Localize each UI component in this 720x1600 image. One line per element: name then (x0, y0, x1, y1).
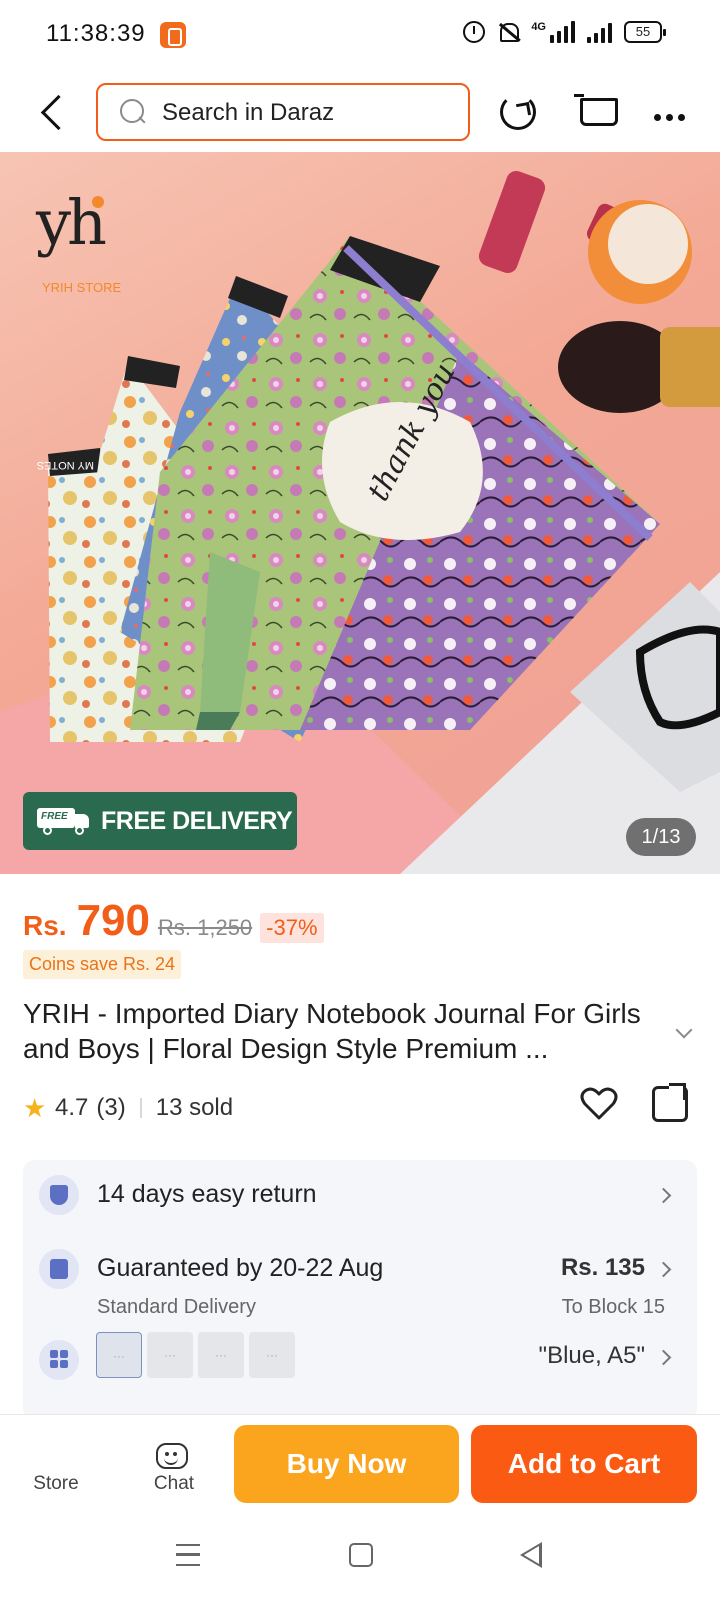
search-icon (120, 99, 146, 125)
add-to-cart-button[interactable]: Add to Cart (471, 1425, 697, 1503)
rating-value: 4.7 (55, 1094, 89, 1121)
star-icon: ★ (23, 1093, 47, 1123)
discount-badge: -37% (260, 913, 324, 943)
status-time: 11:38:39 (46, 20, 146, 47)
chevron-down-icon[interactable] (675, 1021, 693, 1039)
parcel-icon (39, 1249, 79, 1289)
daraz-app-icon (160, 22, 186, 48)
selected-variant: "Blue, A5" (538, 1342, 645, 1369)
battery-icon: 55 (624, 21, 666, 43)
home-icon[interactable] (349, 1543, 373, 1567)
signal-icon-2 (587, 21, 612, 43)
variants-grid-icon (39, 1340, 79, 1380)
chat-button[interactable]: Chat (136, 1473, 212, 1495)
variant-thumbnail[interactable]: ··· (198, 1332, 244, 1378)
truck-wheel (75, 826, 84, 835)
heart-icon[interactable] (579, 1084, 619, 1124)
variant-thumbnail[interactable]: ··· (249, 1332, 295, 1378)
status-icons: 4G 55 (463, 20, 666, 44)
chevron-right-icon (655, 1187, 672, 1204)
image-counter: 1/13 (626, 818, 696, 856)
store-logo: yh YRIH STORE (36, 192, 146, 302)
variant-thumbnail[interactable]: ··· (96, 1332, 142, 1378)
network-type-label: 4G (531, 21, 546, 33)
recent-apps-icon[interactable] (176, 1544, 200, 1566)
shield-check-icon (39, 1175, 79, 1215)
price-row: Rs. 790 Rs. 1,250 -37% (23, 896, 324, 946)
delivery-truck-icon: FREE (37, 806, 93, 836)
truck-free-label: FREE (41, 811, 68, 822)
coins-save-badge: Coins save Rs. 24 (23, 950, 182, 979)
price-original: Rs. 1,250 (158, 915, 253, 940)
bottom-action-bar: Store Chat Buy Now Add to Cart (0, 1414, 720, 1514)
back-arrow-icon[interactable] (38, 96, 66, 124)
notebook-tab-text: MY NOTES (37, 459, 94, 471)
buy-now-button[interactable]: Buy Now (234, 1425, 459, 1503)
divider (139, 1098, 142, 1118)
delivery-type-text: Standard Delivery (97, 1296, 256, 1318)
product-title[interactable]: YRIH - Imported Diary Notebook Journal F… (23, 996, 659, 1066)
chat-icon[interactable] (156, 1443, 188, 1469)
sold-count: 13 sold (155, 1094, 234, 1121)
rating-row[interactable]: ★ 4.7 (3) 13 sold (23, 1094, 233, 1122)
store-logo-dot (92, 196, 104, 208)
system-back-icon[interactable] (520, 1542, 546, 1568)
product-image[interactable]: thank you MY NOTES yh YRIH STORE (0, 152, 720, 874)
variant-row[interactable]: ··· ··· ··· ··· "Blue, A5" (39, 1332, 681, 1392)
variant-thumbnail[interactable]: ··· (147, 1332, 193, 1378)
bell-muted-icon (497, 20, 520, 44)
refresh-icon[interactable] (500, 94, 536, 130)
delivery-row[interactable]: Guaranteed by 20-22 Aug Standard Deliver… (39, 1234, 681, 1324)
alarm-icon (463, 21, 486, 43)
store-logo-name: YRIH STORE (42, 280, 122, 295)
signal-icon (550, 21, 575, 43)
free-delivery-label: FREE DELIVERY (101, 806, 293, 835)
return-policy-row[interactable]: 14 days easy return (39, 1160, 681, 1230)
ship-to-location: To Block 15 (561, 1296, 665, 1318)
rating-count: (3) (96, 1094, 126, 1121)
more-options-icon[interactable] (654, 108, 690, 121)
price-current: 790 (76, 896, 150, 945)
share-icon[interactable] (652, 1083, 688, 1122)
free-delivery-badge: FREE FREE DELIVERY (23, 792, 297, 850)
price-currency: Rs. (23, 910, 67, 941)
system-nav-bar (0, 1514, 720, 1600)
shipping-fee: Rs. 135 (560, 1254, 645, 1281)
truck-wheel (43, 826, 52, 835)
store-button[interactable]: Store (18, 1473, 94, 1495)
chevron-right-icon (655, 1349, 672, 1366)
return-policy-text: 14 days easy return (97, 1180, 317, 1208)
status-bar: 11:38:39 4G 55 (0, 0, 720, 70)
delivery-guarantee-text: Guaranteed by 20-22 Aug (97, 1254, 384, 1282)
cart-icon[interactable] (574, 92, 618, 132)
info-card: 14 days easy return Guaranteed by 20-22 … (23, 1160, 697, 1420)
search-bar[interactable]: Search in Daraz (96, 83, 470, 141)
search-input[interactable]: Search in Daraz (162, 99, 334, 127)
store-logo-mark: yh (36, 186, 107, 259)
top-nav: Search in Daraz (0, 78, 720, 148)
chevron-right-icon (655, 1261, 672, 1278)
